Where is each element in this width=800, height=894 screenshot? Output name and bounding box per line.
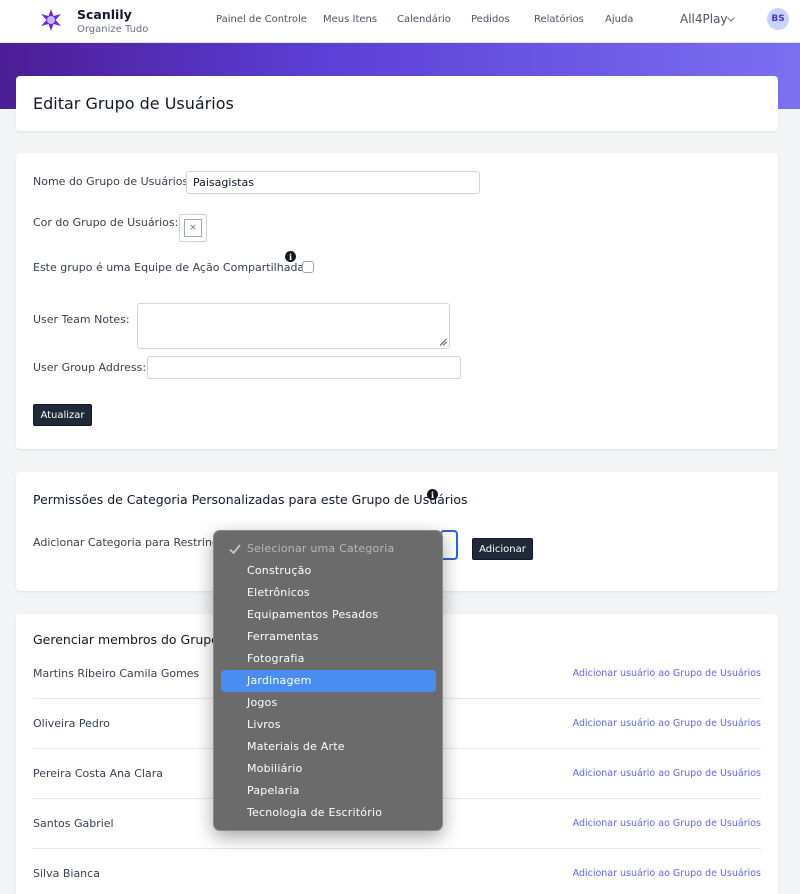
permissions-title: Permissões de Categoria Personalizadas p… [33, 492, 468, 507]
dropdown-option[interactable]: Ferramentas [221, 626, 436, 648]
group-form-card: Nome do Grupo de Usuários: Paisagistas C… [16, 153, 778, 449]
restrict-category-label: Adicionar Categoria para Restringir: [33, 536, 231, 549]
dropdown-option[interactable]: Tecnologia de Escritório [221, 802, 436, 824]
info-icon[interactable]: i [427, 489, 438, 500]
dropdown-option[interactable]: Construção [221, 560, 436, 582]
nav-my-items[interactable]: Meus Itens [323, 14, 377, 25]
nav-help[interactable]: Ajuda [605, 14, 633, 25]
member-name: Santos Gabriel [33, 817, 114, 830]
group-color-label: Cor do Grupo de Usuários: [33, 216, 179, 229]
shared-team-label: Este grupo é uma Equipe de Ação Comparti… [33, 261, 311, 274]
scanlily-logo-icon[interactable] [40, 9, 62, 31]
member-name: Martins Ribeiro Camila Gomes [33, 667, 200, 680]
brand-name[interactable]: Scanlily [77, 7, 132, 22]
page-title: Editar Grupo de Usuários [33, 94, 234, 113]
dropdown-option[interactable]: Jogos [221, 692, 436, 714]
brand-tagline: Organize Tudo [77, 24, 149, 35]
member-name: Oliveira Pedro [33, 717, 110, 730]
nav-dashboard[interactable]: Painel de Controle [216, 14, 307, 25]
nav-calendar[interactable]: Calendário [397, 14, 451, 25]
group-name-input[interactable]: Paisagistas [186, 171, 480, 194]
avatar[interactable]: BS [767, 8, 789, 30]
add-user-link[interactable]: Adicionar usuário ao Grupo de Usuários [573, 718, 761, 729]
dropdown-option[interactable]: Papelaria [221, 780, 436, 802]
top-navbar: Scanlily Organize Tudo Painel de Control… [0, 0, 800, 43]
checkmark-icon [229, 544, 241, 554]
dropdown-option[interactable]: Mobiliário [221, 758, 436, 780]
category-dropdown-menu[interactable]: Selecionar uma Categoria Construção Elet… [213, 530, 443, 831]
member-name: Silva Bianca [33, 867, 100, 880]
group-color-picker[interactable]: × [179, 214, 207, 242]
dropdown-option[interactable]: Livros [221, 714, 436, 736]
dropdown-option-label: Selecionar uma Categoria [247, 542, 395, 555]
account-menu[interactable]: All4Play [680, 12, 728, 26]
table-row: Silva Bianca Adicionar usuário ao Grupo … [16, 849, 778, 894]
info-icon[interactable]: i [285, 251, 296, 262]
nav-reports[interactable]: Relatórios [534, 14, 584, 25]
dropdown-option[interactable]: Eletrônicos [221, 582, 436, 604]
member-name: Pereira Costa Ana Clara [33, 767, 164, 780]
add-user-link[interactable]: Adicionar usuário ao Grupo de Usuários [573, 818, 761, 829]
group-address-label: User Group Address: [33, 361, 147, 374]
chevron-down-icon[interactable] [727, 17, 735, 22]
page-title-card: Editar Grupo de Usuários [16, 76, 778, 131]
nav-orders[interactable]: Pedidos [471, 14, 510, 25]
dropdown-option-highlighted[interactable]: Jardinagem [221, 670, 436, 692]
add-user-link[interactable]: Adicionar usuário ao Grupo de Usuários [573, 868, 761, 879]
shared-team-checkbox[interactable] [302, 261, 314, 273]
update-button[interactable]: Atualizar [33, 404, 92, 426]
dropdown-option[interactable]: Fotografia [221, 648, 436, 670]
color-empty-icon: × [184, 219, 202, 237]
group-name-label: Nome do Grupo de Usuários: [33, 175, 192, 188]
group-address-input[interactable] [147, 356, 461, 379]
dropdown-option[interactable]: Equipamentos Pesados [221, 604, 436, 626]
add-user-link[interactable]: Adicionar usuário ao Grupo de Usuários [573, 668, 761, 679]
team-notes-label: User Team Notes: [33, 313, 130, 326]
dropdown-option-placeholder: Selecionar uma Categoria [221, 538, 436, 560]
resize-handle-icon[interactable] [439, 338, 447, 346]
dropdown-option[interactable]: Materiais de Arte [221, 736, 436, 758]
members-title: Gerenciar membros do Grupo d [33, 632, 231, 647]
add-user-link[interactable]: Adicionar usuário ao Grupo de Usuários [573, 768, 761, 779]
team-notes-textarea[interactable] [137, 303, 450, 349]
add-category-button[interactable]: Adicionar [472, 538, 533, 560]
